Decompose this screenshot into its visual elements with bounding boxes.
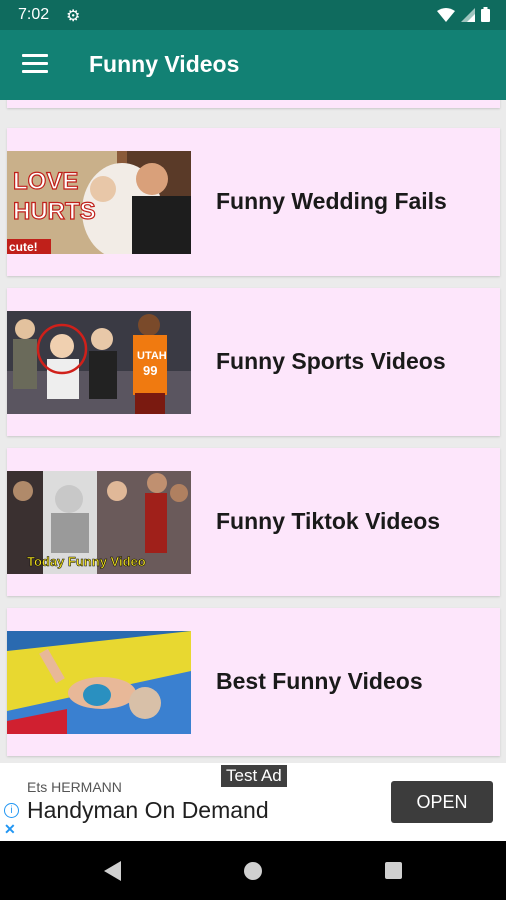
home-icon[interactable]: [244, 862, 262, 880]
card-title: Best Funny Videos: [216, 668, 423, 694]
jersey-text-number: 99: [143, 363, 157, 378]
ad-advertiser: Ets HERMANN: [27, 779, 122, 795]
ad-banner[interactable]: Test Ad Ets HERMANN Handyman On Demand i…: [0, 763, 506, 841]
hamburger-menu-icon[interactable]: [22, 54, 48, 74]
status-bar: 7:02 ⚙: [0, 0, 506, 30]
info-icon[interactable]: i: [4, 803, 19, 818]
recents-icon[interactable]: [385, 862, 402, 879]
app-title: Funny Videos: [89, 51, 240, 77]
thumbnail-text-hurts: HURTS: [13, 198, 96, 225]
list-item-best-funny-videos[interactable]: Best Funny Videos: [7, 608, 500, 756]
card-title: Funny Sports Videos: [216, 348, 446, 374]
list-item-funny-wedding-fails[interactable]: LOVE HURTS cute! Funny Wedding Fails: [7, 128, 500, 276]
ad-label: Test Ad: [221, 765, 287, 787]
water-slide-child-image: [7, 631, 191, 734]
basketball-crowd-image: UTAH 99: [7, 311, 191, 414]
jersey-text-utah: UTAH: [137, 350, 167, 362]
video-category-list[interactable]: LOVE HURTS cute! Funny Wedding Fails UTA…: [0, 100, 506, 763]
card-title: Funny Wedding Fails: [216, 188, 447, 214]
thumbnail-text-cute: cute!: [9, 240, 38, 254]
list-item-funny-tiktok-videos[interactable]: Today Funny Video Funny Tiktok Videos: [7, 448, 500, 596]
wedding-couple-image: LOVE HURTS cute!: [7, 151, 191, 254]
close-icon[interactable]: ✕: [4, 821, 16, 838]
list-item[interactable]: [7, 100, 500, 108]
status-icons: [437, 7, 490, 22]
thumbnail-text-today-funny-video: Today Funny Video: [27, 554, 146, 569]
battery-icon: [481, 7, 490, 22]
back-icon[interactable]: [104, 861, 121, 881]
card-title: Funny Tiktok Videos: [216, 508, 441, 534]
thumbnail-text-love: LOVE: [13, 168, 78, 195]
tiktok-collage-image: Today Funny Video: [7, 471, 191, 574]
status-time: 7:02: [18, 6, 50, 23]
wifi-icon: [437, 7, 455, 22]
system-nav-bar: [0, 841, 506, 900]
settings-gear-icon: ⚙: [66, 8, 81, 25]
list-item-funny-sports-videos[interactable]: UTAH 99 Funny Sports Videos: [7, 288, 500, 436]
signal-icon: [461, 7, 475, 22]
ad-open-button[interactable]: OPEN: [391, 781, 493, 823]
ad-headline[interactable]: Handyman On Demand: [27, 797, 269, 824]
app-bar: Funny Videos: [0, 30, 506, 100]
